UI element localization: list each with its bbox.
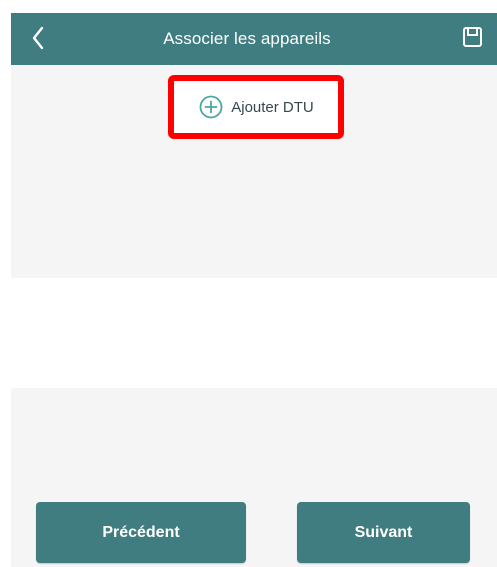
previous-button[interactable]: Précédent	[36, 502, 246, 563]
app-header: Associer les appareils	[11, 13, 497, 65]
add-dtu-label: Ajouter DTU	[231, 98, 314, 116]
next-button[interactable]: Suivant	[297, 502, 470, 563]
highlighted-add-dtu-area: Ajouter DTU	[168, 75, 344, 139]
back-button[interactable]	[29, 25, 47, 51]
chevron-left-icon	[32, 26, 44, 50]
plus-circle-icon	[199, 95, 223, 119]
page-title: Associer les appareils	[163, 29, 331, 48]
save-button[interactable]	[461, 25, 484, 49]
add-dtu-button[interactable]: Ajouter DTU	[179, 86, 333, 128]
save-icon	[463, 27, 482, 47]
associate-devices-screen: Associer les appareils Ajouter DTU Précé…	[0, 0, 497, 567]
